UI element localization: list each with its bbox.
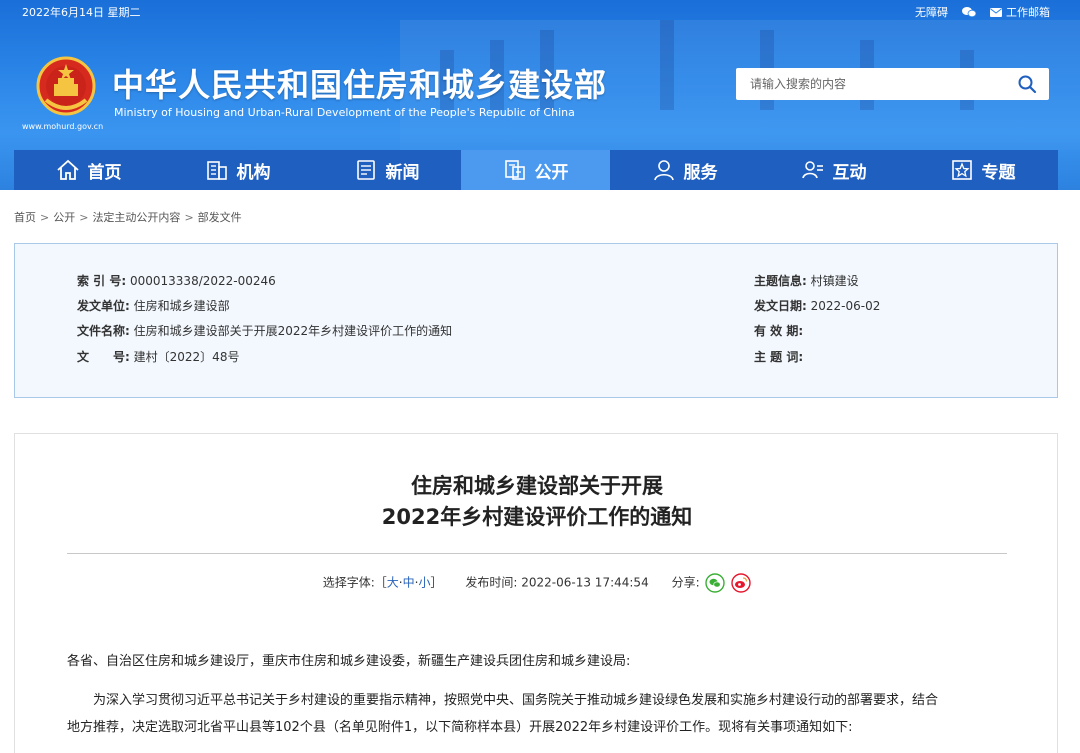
breadcrumb-home[interactable]: 首页	[14, 211, 36, 224]
mail-label: 工作邮箱	[1006, 6, 1050, 19]
meta-topic: 主题信息: 村镇建设	[754, 274, 859, 288]
wechat-icon[interactable]	[962, 7, 976, 17]
mail-icon	[990, 7, 1002, 17]
nav-service[interactable]: 服务	[610, 150, 759, 190]
main-nav: 首页 机构 新闻 公开 服务 互动 专题	[14, 150, 1058, 190]
breadcrumb: 首页 > 公开 > 法定主动公开内容 > 部发文件	[14, 211, 242, 224]
top-bar: 2022年6月14日 星期二 无障碍 工作邮箱	[0, 0, 1080, 22]
building-icon	[206, 161, 227, 180]
search-box	[736, 68, 1049, 100]
national-emblem-logo[interactable]	[36, 56, 96, 118]
article-title-line1: 住房和城乡建设部关于开展	[411, 474, 663, 498]
nav-topic[interactable]: 专题	[908, 150, 1057, 190]
nav-label: 专题	[981, 162, 1016, 183]
article-paragraph-1-line1: 为深入学习贯彻习近平总书记关于乡村建设的重要指示精神，按照党中央、国务院关于推动…	[93, 693, 939, 708]
current-date: 2022年6月14日 星期二	[22, 6, 141, 19]
font-small-link[interactable]: 小	[418, 576, 430, 590]
nav-label: 首页	[87, 162, 122, 183]
search-input[interactable]	[736, 68, 1006, 100]
publish-time: 2022-06-13 17:44:54	[521, 575, 649, 590]
meta-keywords: 主 题 词:	[754, 350, 804, 364]
site-url: www.mohurd.gov.cn	[22, 122, 104, 131]
meta-issuer: 发文单位: 住房和城乡建设部	[77, 299, 230, 313]
weibo-share-icon[interactable]	[731, 573, 751, 593]
nav-disclosure[interactable]: 公开	[461, 150, 610, 190]
site-title: 中华人民共和国住房和城乡建设部	[112, 66, 608, 104]
article-salutation: 各省、自治区住房和城乡建设厅，重庆市住房和城乡建设委，新疆生产建设兵团住房和城乡…	[67, 654, 631, 669]
site-header: 2022年6月14日 星期二 无障碍 工作邮箱 www.mohurd.gov.c…	[0, 0, 1080, 190]
publish-label: 发布时间:	[465, 575, 518, 590]
nav-label: 新闻	[385, 162, 420, 183]
nav-news[interactable]: 新闻	[312, 150, 461, 190]
font-large-link[interactable]: 大	[387, 576, 399, 590]
accessibility-link[interactable]: 无障碍	[915, 4, 948, 20]
article-panel: 住房和城乡建设部关于开展 2022年乡村建设评价工作的通知 选择字体:［大·中·…	[14, 433, 1058, 753]
meta-index: 索 引 号: 000013338/2022-00246	[77, 274, 276, 288]
meta-date: 发文日期: 2022-06-02	[754, 299, 881, 313]
document-meta-box: 索 引 号: 000013338/2022-00246 发文单位: 住房和城乡建…	[14, 243, 1058, 398]
news-icon	[356, 160, 375, 180]
meta-validity: 有 效 期:	[754, 324, 804, 338]
site-subtitle: Ministry of Housing and Urban-Rural Deve…	[114, 106, 575, 119]
interaction-icon	[801, 161, 823, 179]
article-info-bar: 选择字体:［大·中·小］ 发布时间: 2022-06-13 17:44:54 分…	[15, 573, 1059, 593]
nav-label: 公开	[534, 162, 569, 183]
home-icon	[56, 159, 79, 180]
share-label: 分享:	[671, 575, 700, 590]
breadcrumb-statutory[interactable]: 法定主动公开内容	[92, 211, 180, 224]
nav-organization[interactable]: 机构	[163, 150, 312, 190]
wechat-share-icon[interactable]	[705, 573, 726, 593]
meta-docno: 文 号: 建村〔2022〕48号	[77, 350, 240, 364]
search-icon[interactable]	[1017, 74, 1037, 94]
nav-label: 互动	[832, 162, 867, 183]
breadcrumb-ministry-documents[interactable]: 部发文件	[198, 211, 242, 224]
nav-label: 机构	[236, 162, 271, 183]
nav-label: 服务	[683, 162, 718, 183]
topic-icon	[951, 160, 972, 180]
article-paragraph-1-line2: 地方推荐，决定选取河北省平山县等102个县（名单见附件1，以下简称样本县）开展2…	[67, 720, 853, 735]
article-title-line2: 2022年乡村建设评价工作的通知	[381, 505, 693, 529]
work-mail-link[interactable]: 工作邮箱	[990, 4, 1050, 20]
nav-interaction[interactable]: 互动	[759, 150, 908, 190]
breadcrumb-disclosure[interactable]: 公开	[53, 211, 75, 224]
font-size-selector: 选择字体:［大·中·小］	[322, 575, 443, 590]
meta-docname: 文件名称: 住房和城乡建设部关于开展2022年乡村建设评价工作的通知	[77, 324, 453, 338]
service-icon	[653, 160, 674, 181]
nav-home[interactable]: 首页	[14, 150, 163, 190]
disclosure-icon	[504, 160, 525, 180]
title-divider	[67, 553, 1007, 554]
font-medium-link[interactable]: 中	[403, 576, 415, 590]
